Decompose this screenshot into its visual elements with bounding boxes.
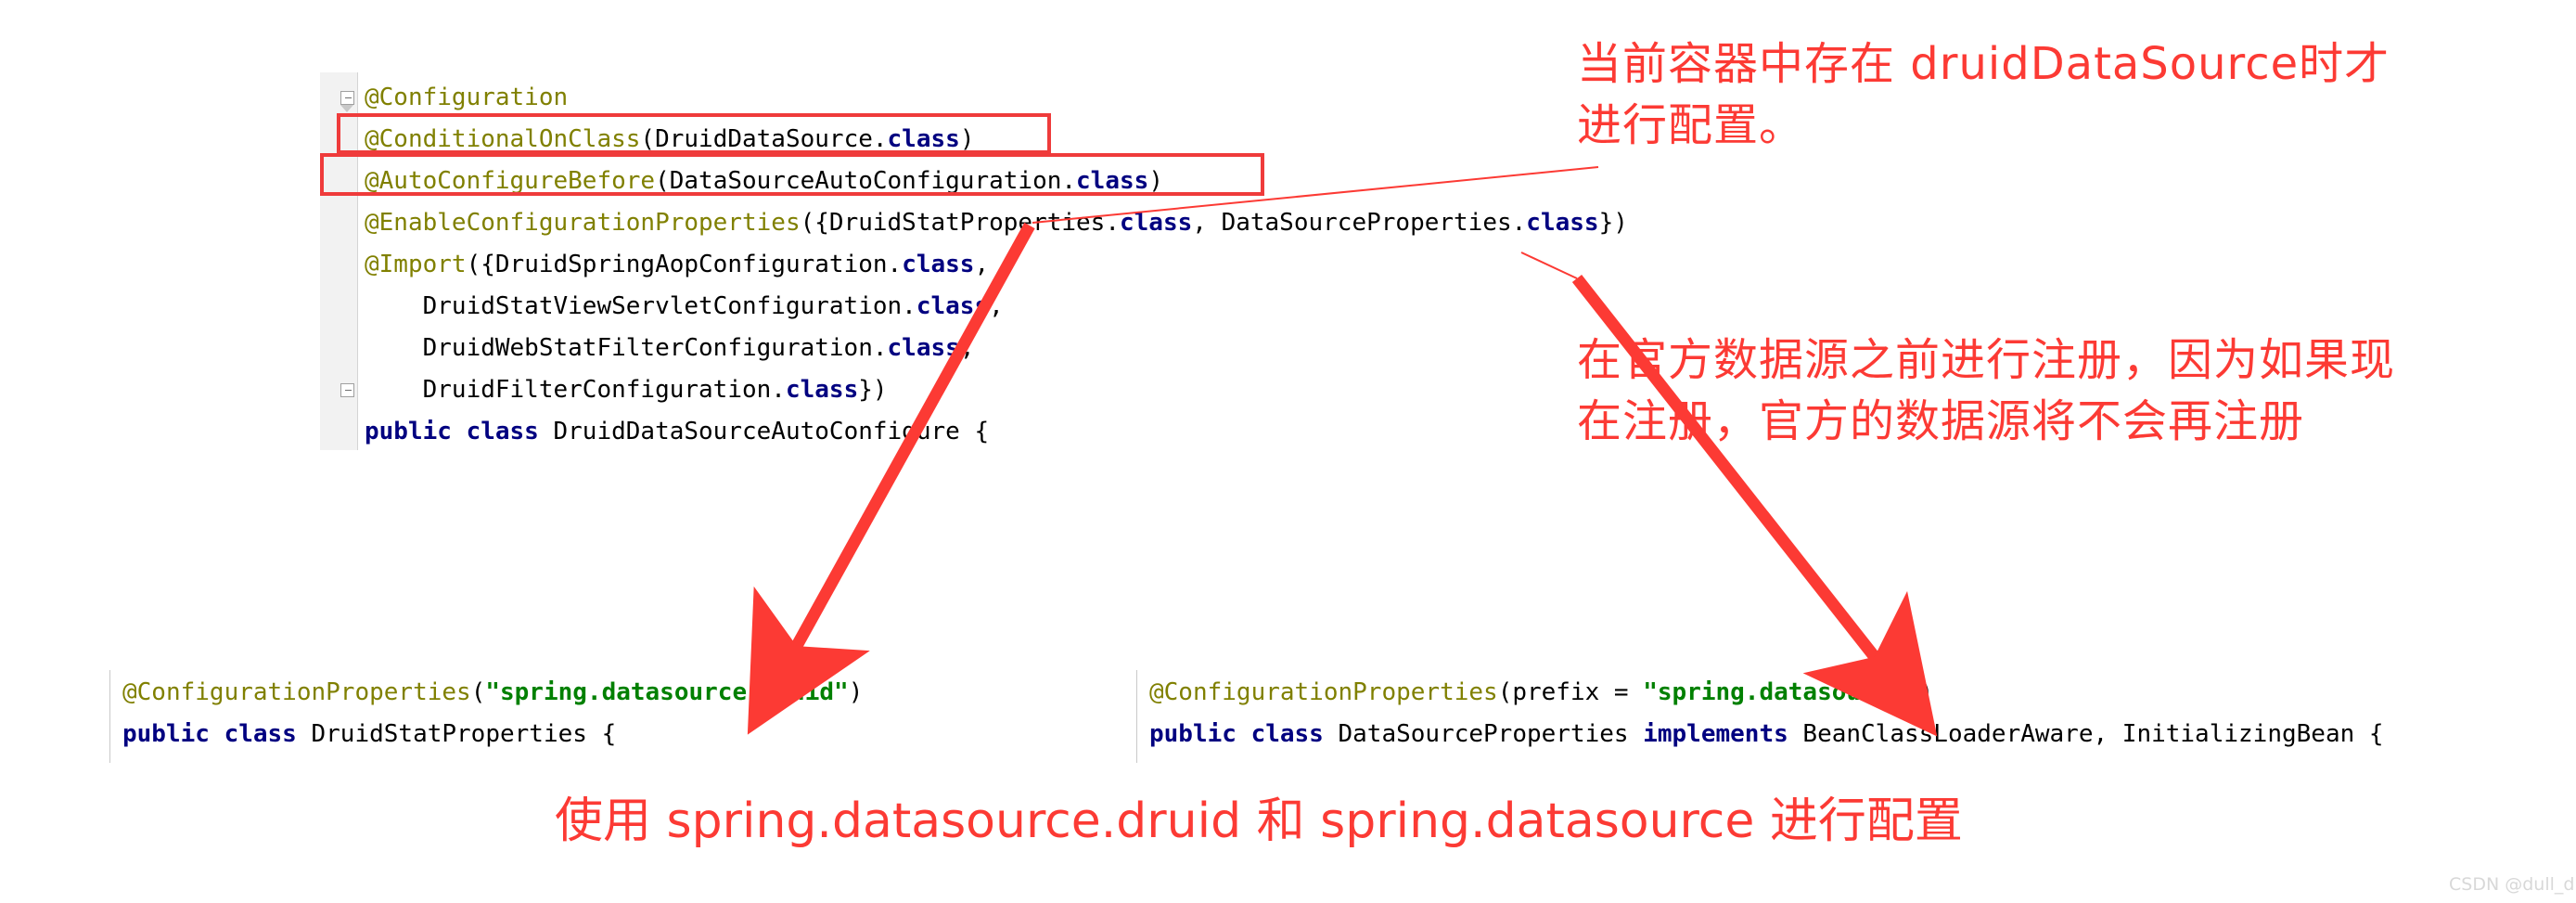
code-token: DruidFilterConfiguration. <box>365 376 786 404</box>
code-token: @Import <box>365 251 467 278</box>
code-token: class <box>1119 209 1193 237</box>
code-token: class <box>1526 209 1599 237</box>
code-token: public class <box>122 720 297 748</box>
code-line: public class DataSourceProperties implem… <box>1149 714 2384 755</box>
code-token: , <box>974 251 990 278</box>
code-token: , <box>959 334 975 362</box>
code-fold-marker-top <box>340 105 353 112</box>
code-token: class <box>902 251 975 278</box>
code-token: ({DruidStatProperties. <box>800 209 1120 237</box>
code-token: ) <box>848 678 864 706</box>
code-token: public class <box>1149 720 1324 748</box>
code-token: implements <box>1643 720 1788 748</box>
code-token: class <box>916 292 990 320</box>
code-token: DataSourceProperties <box>1323 720 1644 748</box>
code-token: @EnableConfigurationProperties <box>365 209 801 237</box>
code-token: ) <box>1918 678 1934 706</box>
code-line: public class DruidStatProperties { <box>122 714 863 755</box>
code-token: "spring.datasource" <box>1643 678 1919 706</box>
code-fold-toggle-bottom[interactable] <box>340 383 354 397</box>
code-token: @Configuration <box>365 84 569 111</box>
highlight-box-auto-configure-before <box>320 153 1264 196</box>
code-token: public class <box>365 418 539 445</box>
code-line: public class DruidDataSourceAutoConfigur… <box>365 411 1628 453</box>
code-line: @Import({DruidSpringAopConfiguration.cla… <box>365 244 1628 286</box>
code-lines-bottom-left: @ConfigurationProperties("spring.datasou… <box>122 672 863 755</box>
bottom-right-code-block: @ConfigurationProperties(prefix = "sprin… <box>1136 670 2384 763</box>
code-token: class <box>785 376 859 404</box>
code-token: }) <box>858 376 888 404</box>
code-token: , <box>989 292 1004 320</box>
annotation-auto-configure-before: 在官方数据源之前进行注册，因为如果现 在注册，官方的数据源将不会再注册 <box>1577 334 2396 447</box>
gutter-divider-bottom-right <box>1136 670 1137 763</box>
gutter-divider-bottom-left <box>109 670 110 763</box>
code-token: DruidStatProperties { <box>296 720 617 748</box>
code-token: @ConfigurationProperties <box>1149 678 1498 706</box>
screenshot-canvas: @Configuration @ConditionalOnClass(DruidD… <box>0 0 2576 903</box>
code-token: ( <box>470 678 486 706</box>
code-token: class <box>887 334 960 362</box>
code-token: (prefix = <box>1497 678 1644 706</box>
code-line: DruidStatViewServletConfiguration.class, <box>365 286 1628 328</box>
caption-configuration-properties: 使用 spring.datasource.druid 和 spring.data… <box>555 793 1963 849</box>
code-token: DruidDataSourceAutoConfigure { <box>538 418 990 445</box>
code-line: @EnableConfigurationProperties({DruidSta… <box>365 202 1628 244</box>
highlight-box-conditional-on-class <box>337 113 1051 154</box>
code-token: ({DruidSpringAopConfiguration. <box>466 251 903 278</box>
code-token: }) <box>1598 209 1628 237</box>
code-line: DruidFilterConfiguration.class}) <box>365 369 1628 411</box>
code-token: BeanClassLoaderAware, InitializingBean { <box>1788 720 2384 748</box>
code-token: DruidWebStatFilterConfiguration. <box>365 334 888 362</box>
code-line: @ConfigurationProperties(prefix = "sprin… <box>1149 672 2384 714</box>
code-fold-toggle-top[interactable] <box>340 91 354 105</box>
code-token: @ConfigurationProperties <box>122 678 471 706</box>
code-token: "spring.datasource.druid" <box>485 678 849 706</box>
csdn-watermark: CSDN @dull_dull <box>2449 874 2576 895</box>
code-token: , DataSourceProperties. <box>1192 209 1527 237</box>
code-token: DruidStatViewServletConfiguration. <box>365 292 916 320</box>
bottom-left-code-block: @ConfigurationProperties("spring.datasou… <box>109 670 863 763</box>
code-line: DruidWebStatFilterConfiguration.class, <box>365 328 1628 369</box>
code-lines-bottom-right: @ConfigurationProperties(prefix = "sprin… <box>1149 672 2384 755</box>
code-line: @ConfigurationProperties("spring.datasou… <box>122 672 863 714</box>
annotation-conditional-on-class: 当前容器中存在 druidDataSource时才 进行配置。 <box>1577 38 2390 151</box>
